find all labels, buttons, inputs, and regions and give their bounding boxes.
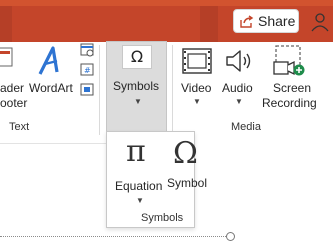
header-footer-icon <box>0 47 13 67</box>
header-footer-label-1[interactable]: ader <box>0 81 24 95</box>
film-icon[interactable] <box>182 48 212 74</box>
svg-text:#: # <box>84 66 91 75</box>
document-edge <box>0 143 106 144</box>
group-separator-2 <box>172 45 173 135</box>
pi-icon[interactable]: π <box>126 134 146 169</box>
header-footer-label-2[interactable]: ooter <box>0 96 27 110</box>
symbols-group-label: Symbols <box>141 212 184 224</box>
insert-small-icons[interactable]: # <box>80 42 95 100</box>
audio-label[interactable]: Audio <box>222 81 253 95</box>
video-label[interactable]: Video <box>181 81 211 95</box>
omega-icon: Ω <box>122 45 152 69</box>
screen-recording-label-1[interactable]: Screen <box>273 81 311 95</box>
share-button[interactable]: Share <box>233 9 299 33</box>
resize-handle[interactable] <box>226 232 235 241</box>
symbols-label: Symbols <box>113 79 160 93</box>
title-strip <box>0 0 333 6</box>
person-icon[interactable] <box>309 12 331 32</box>
group-separator-1 <box>99 45 100 135</box>
audio-chevron-down-icon[interactable]: ▼ <box>235 97 243 106</box>
screen-recording-label-2[interactable]: Recording <box>262 96 317 110</box>
title-button-right[interactable] <box>200 6 218 42</box>
video-chevron-down-icon[interactable]: ▼ <box>193 97 201 106</box>
speaker-icon[interactable] <box>225 48 253 74</box>
omega-large-icon[interactable]: Ω <box>173 136 198 171</box>
wordart-icon[interactable] <box>37 44 67 76</box>
symbols-button[interactable]: Ω Symbols ▼ <box>106 41 167 132</box>
equation-chevron-down-icon[interactable]: ▼ <box>136 196 144 205</box>
selection-border <box>0 236 232 237</box>
media-group-label: Media <box>231 121 261 133</box>
symbols-dropdown: π Equation ▼ Ω Symbol Symbols <box>106 131 207 228</box>
text-group-label: Text <box>9 121 30 133</box>
symbol-label[interactable]: Symbol <box>167 176 207 190</box>
share-icon <box>240 15 254 28</box>
wordart-label[interactable]: WordArt <box>29 81 73 95</box>
screen-recording-icon[interactable] <box>272 44 306 78</box>
equation-label[interactable]: Equation <box>115 179 162 193</box>
share-label: Share <box>258 13 296 29</box>
chevron-down-icon: ▼ <box>134 97 142 106</box>
title-button-left[interactable] <box>0 6 12 42</box>
